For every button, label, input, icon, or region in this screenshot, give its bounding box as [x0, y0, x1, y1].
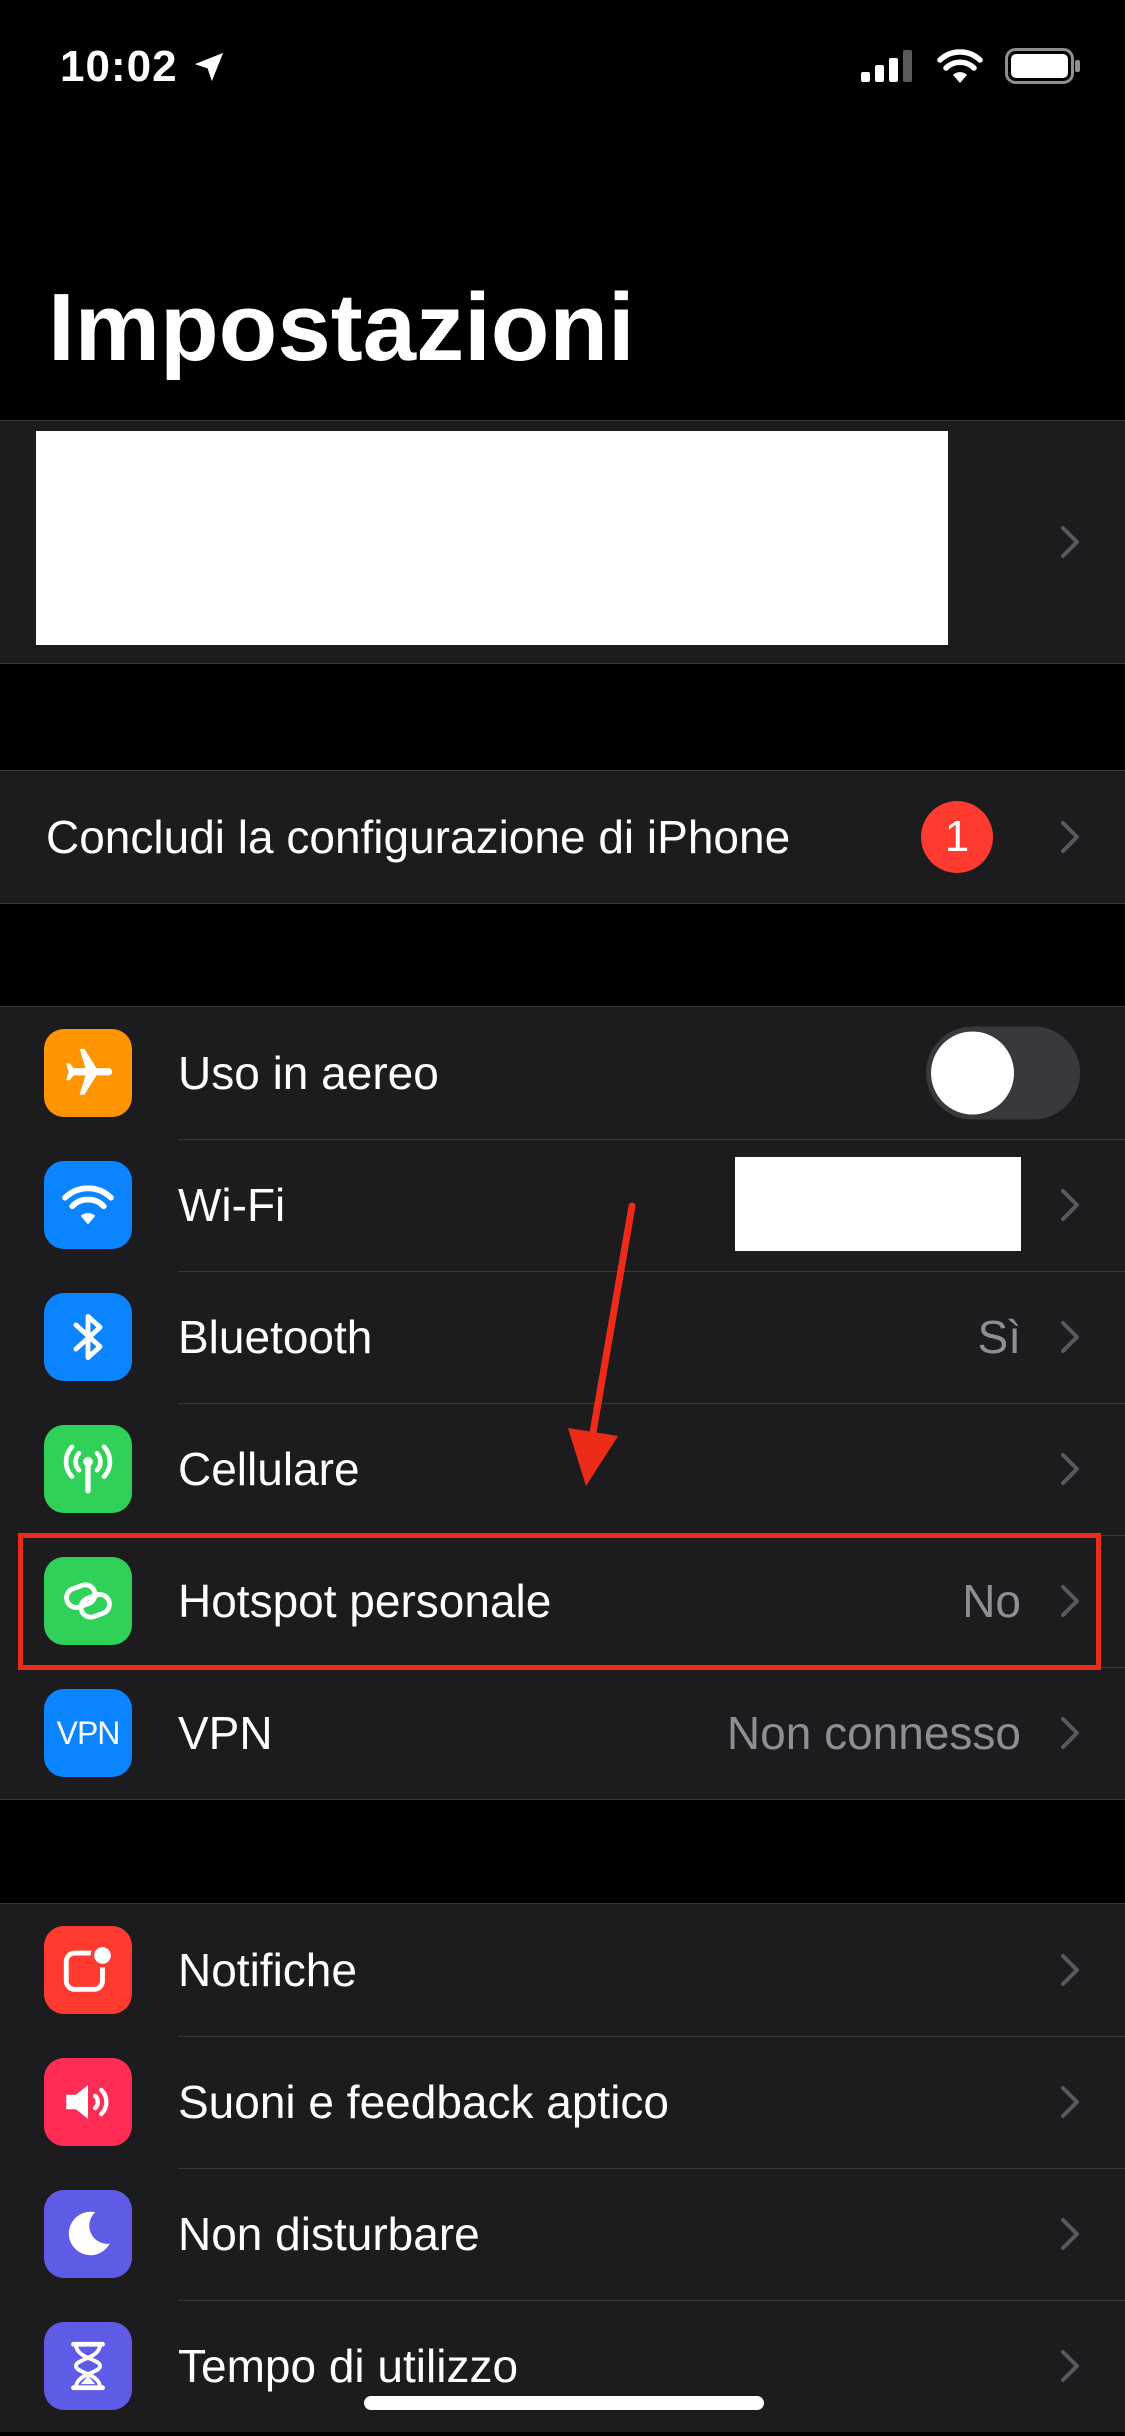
toggle-knob	[931, 1031, 1014, 1115]
personal-hotspot-value: No	[962, 1575, 1021, 1627]
bluetooth-row[interactable]: Bluetooth Sì	[0, 1271, 1125, 1403]
do-not-disturb-label: Non disturbare	[178, 2208, 480, 2260]
notification-badge: 1	[921, 801, 993, 873]
status-time-text: 10:02	[60, 42, 178, 91]
personal-hotspot-label: Hotspot personale	[178, 1575, 552, 1627]
wifi-row[interactable]: Wi-Fi	[0, 1139, 1125, 1271]
speaker-icon	[44, 2058, 132, 2146]
airplane-icon	[44, 1029, 132, 1117]
chevron-right-icon	[1061, 1585, 1079, 1617]
wifi-icon	[44, 1161, 132, 1249]
airplane-mode-toggle[interactable]	[926, 1026, 1080, 1120]
chevron-right-icon	[1061, 1453, 1079, 1485]
screen-time-row[interactable]: Tempo di utilizzo	[0, 2300, 1125, 2432]
setup-group: Concludi la configurazione di iPhone 1	[0, 770, 1125, 904]
battery-icon	[1005, 48, 1080, 84]
chevron-right-icon	[1061, 1321, 1079, 1353]
wifi-label: Wi-Fi	[178, 1179, 286, 1231]
apple-id-card[interactable]	[0, 420, 1125, 664]
hotspot-icon	[44, 1557, 132, 1645]
moon-icon	[44, 2190, 132, 2278]
notifications-row[interactable]: Notifiche	[0, 1904, 1125, 2036]
chevron-right-icon	[1061, 2218, 1079, 2250]
cellular-signal-icon	[861, 50, 912, 82]
cellular-label: Cellulare	[178, 1443, 360, 1495]
page-title: Impostazioni	[48, 274, 635, 381]
wifi-status-icon	[937, 49, 983, 83]
redacted-network-name	[735, 1157, 1021, 1251]
notifications-icon	[44, 1926, 132, 2014]
chevron-right-icon	[1061, 821, 1079, 853]
sounds-label: Suoni e feedback aptico	[178, 2076, 670, 2128]
home-indicator[interactable]	[364, 2396, 764, 2410]
finish-setup-row[interactable]: Concludi la configurazione di iPhone 1	[0, 771, 1125, 903]
antenna-icon	[44, 1425, 132, 1513]
finish-setup-label: Concludi la configurazione di iPhone	[46, 811, 791, 863]
bluetooth-value: Sì	[977, 1311, 1021, 1363]
bluetooth-icon	[44, 1293, 132, 1381]
do-not-disturb-row[interactable]: Non disturbare	[0, 2168, 1125, 2300]
status-bar: 10:02	[0, 0, 1125, 140]
connectivity-group: Uso in aereo Wi-Fi Bluetooth Sì Cellular…	[0, 1006, 1125, 1800]
notifications-label: Notifiche	[178, 1944, 357, 1996]
general-group: Notifiche Suoni e feedback aptico Non di…	[0, 1903, 1125, 2432]
vpn-label: VPN	[178, 1707, 273, 1759]
vpn-icon-text: VPN	[56, 1714, 121, 1751]
vpn-value: Non connesso	[726, 1707, 1021, 1759]
airplane-mode-label: Uso in aereo	[178, 1047, 439, 1099]
redacted-profile-block	[36, 431, 948, 645]
vpn-icon: VPN	[44, 1689, 132, 1777]
chevron-right-icon	[1061, 1954, 1079, 1986]
personal-hotspot-row[interactable]: Hotspot personale No	[0, 1535, 1125, 1667]
sounds-row[interactable]: Suoni e feedback aptico	[0, 2036, 1125, 2168]
screen-time-label: Tempo di utilizzo	[178, 2340, 519, 2392]
location-arrow-icon	[194, 52, 223, 82]
bluetooth-label: Bluetooth	[178, 1311, 373, 1363]
vpn-row[interactable]: VPN VPN Non connesso	[0, 1667, 1125, 1799]
chevron-right-icon	[1061, 2350, 1079, 2382]
cellular-row[interactable]: Cellulare	[0, 1403, 1125, 1535]
chevron-right-icon	[1061, 1717, 1079, 1749]
chevron-right-icon	[1061, 1189, 1079, 1221]
airplane-mode-row: Uso in aereo	[0, 1007, 1125, 1139]
chevron-right-icon	[1061, 2086, 1079, 2118]
chevron-right-icon	[1061, 526, 1079, 558]
status-time: 10:02	[60, 42, 226, 92]
hourglass-icon	[44, 2322, 132, 2410]
